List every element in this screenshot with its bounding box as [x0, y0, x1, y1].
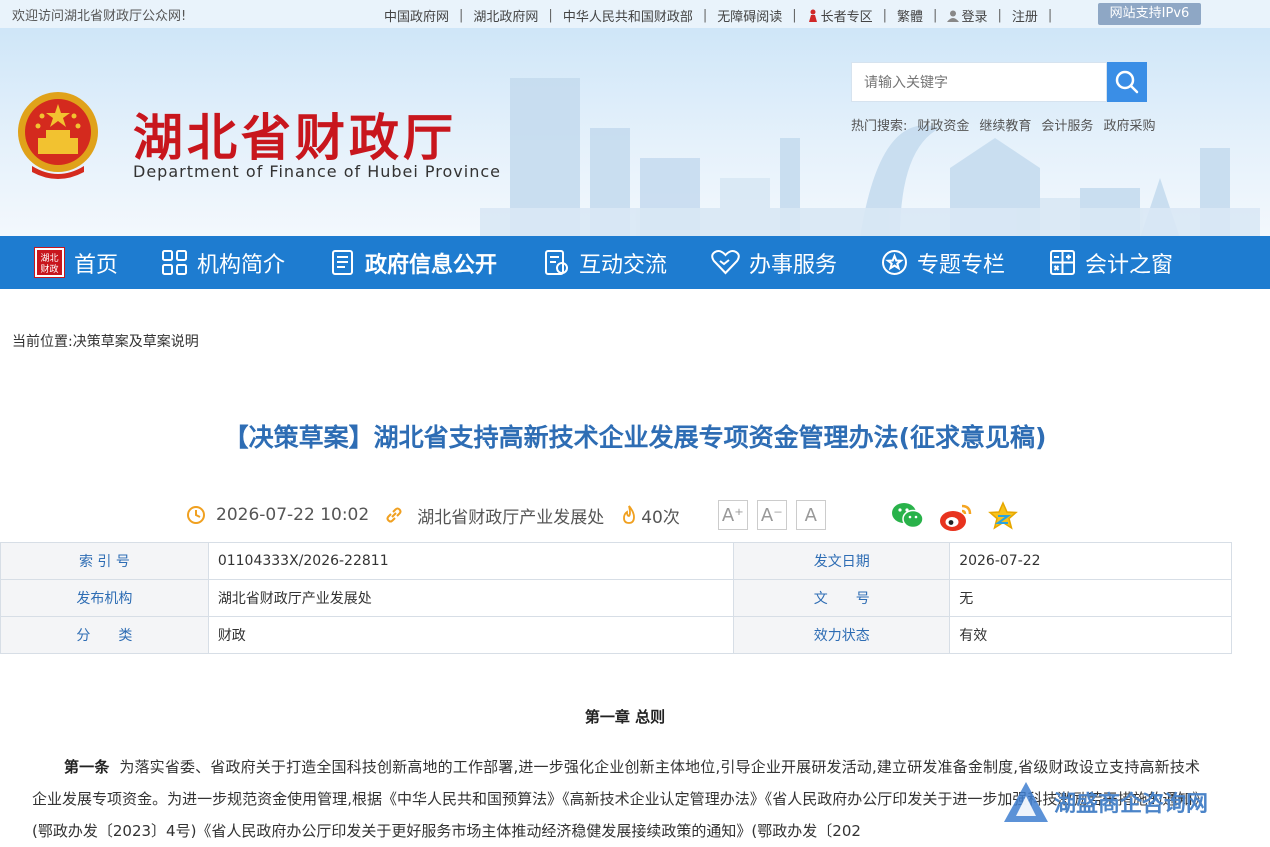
view-count: 40次: [641, 507, 680, 528]
divider: |: [1047, 8, 1053, 23]
hot-term[interactable]: 财政资金: [917, 115, 969, 134]
publish-datetime: 2026-07-22 10:02: [216, 505, 370, 525]
user-icon: [947, 10, 960, 22]
category-value: 财政: [207, 616, 735, 654]
national-emblem-logo: [18, 92, 98, 179]
weibo-icon[interactable]: [938, 501, 974, 533]
nav-accounting[interactable]: 会计之窗: [1049, 236, 1173, 289]
login-label: 登录: [961, 10, 988, 25]
star-circle-icon: [882, 250, 907, 275]
nav-label: 政府信息公开: [365, 252, 498, 278]
welcome-text: 欢迎访问湖北省财政厅公众网!: [12, 9, 187, 24]
hot-search: 热门搜索: 财政资金 继续教育 会计服务 政府采购: [851, 115, 1155, 134]
clock-icon: [187, 506, 205, 524]
article-clause-label: 第一条: [64, 758, 110, 776]
nav-label: 机构简介: [197, 252, 286, 278]
category-label: 分 类: [0, 616, 209, 654]
divider: |: [702, 8, 708, 23]
nav-topics[interactable]: 专题专栏: [881, 236, 1005, 289]
favorite-star-icon[interactable]: [988, 501, 1018, 531]
link-mof[interactable]: 中华人民共和国财政部: [563, 6, 693, 25]
hot-term[interactable]: 继续教育: [979, 115, 1031, 134]
main-nav: 湖北 财政 首页 机构简介 政府信息公开 互动交流 办事服务 专题专栏 会计之窗: [0, 236, 1270, 289]
hot-search-label: 热门搜索:: [851, 119, 908, 134]
search-icon: [1115, 70, 1139, 94]
nav-label: 首页: [74, 252, 119, 278]
validity-label: 效力状态: [733, 616, 951, 654]
divider: |: [459, 8, 464, 23]
nav-label: 互动交流: [579, 252, 668, 278]
nav-label: 会计之窗: [1085, 252, 1174, 278]
nav-label: 专题专栏: [917, 252, 1006, 278]
finance-logo-icon: 湖北财政: [34, 247, 65, 278]
font-increase-button[interactable]: A⁺: [717, 500, 748, 530]
nav-gov-info[interactable]: 政府信息公开: [329, 236, 497, 289]
nav-about[interactable]: 机构简介: [161, 236, 285, 289]
link-register[interactable]: 注册: [1012, 6, 1038, 25]
search-input[interactable]: [852, 63, 1096, 103]
article-meta: 2026-07-22 10:02 湖北省财政厅产业发展处 40次 A⁺ A⁻ A: [186, 499, 835, 531]
watermark-logo-icon: [1004, 782, 1048, 822]
article-title: 【决策草案】湖北省支持高新技术企业发展专项资金管理办法(征求意见稿): [223, 423, 1047, 452]
source-department: 湖北省财政厅产业发展处: [417, 507, 605, 528]
link-elderly[interactable]: 长者专区: [807, 6, 873, 25]
elderly-label: 长者专区: [820, 10, 873, 25]
top-bar: 欢迎访问湖北省财政厅公众网! 中国政府网 | 湖北政府网 | 中华人民共和国财政…: [0, 0, 1270, 28]
validity-value: 有效: [949, 616, 1232, 654]
site-title: 湖北省财政厅: [133, 108, 457, 167]
issue-date-label: 发文日期: [733, 542, 951, 580]
nav-home[interactable]: 湖北 财政 首页: [34, 236, 118, 289]
hot-term[interactable]: 会计服务: [1041, 115, 1093, 134]
grid-icon: [162, 250, 187, 275]
link-traditional[interactable]: 繁體: [897, 6, 923, 25]
svg-text:财政: 财政: [40, 263, 58, 275]
doc-number-label: 文 号: [733, 579, 951, 617]
search-box: [851, 62, 1107, 103]
index-no-label: 索 引 号: [0, 542, 209, 580]
wechat-icon[interactable]: [891, 501, 925, 531]
link-icon: [386, 507, 402, 523]
ipv6-badge[interactable]: 网站支持IPv6: [1098, 3, 1201, 25]
header-banner: 湖北省财政厅 Department of Finance of Hubei Pr…: [0, 28, 1270, 236]
nav-interaction[interactable]: 互动交流: [543, 236, 667, 289]
heart-icon: [711, 250, 740, 275]
table-row: 索 引 号 01104333X/2026-22811 发文日期 2026-07-…: [0, 542, 1232, 580]
link-accessibility[interactable]: 无障碍阅读: [717, 6, 782, 25]
doc-number-value: 无: [949, 579, 1232, 617]
font-reset-button[interactable]: A: [795, 500, 826, 530]
elderly-icon: [808, 9, 817, 22]
divider: |: [792, 8, 797, 23]
document-icon: [332, 250, 353, 275]
font-decrease-button[interactable]: A⁻: [756, 500, 787, 530]
watermark: 湖盛商企咨询网: [1002, 780, 1208, 824]
publisher-label: 发布机构: [0, 579, 209, 617]
link-login[interactable]: 登录: [947, 6, 987, 25]
svg-text:湖北: 湖北: [40, 253, 58, 264]
publisher-value: 湖北省财政厅产业发展处: [207, 579, 735, 617]
nav-label: 办事服务: [749, 252, 838, 278]
hot-term[interactable]: 政府采购: [1103, 115, 1155, 134]
search-button[interactable]: [1107, 62, 1147, 102]
divider: |: [882, 8, 888, 23]
link-gov-cn[interactable]: 中国政府网: [384, 6, 449, 25]
watermark-text: 湖盛商企咨询网: [1054, 791, 1209, 817]
table-row: 发布机构 湖北省财政厅产业发展处 文 号 无: [0, 579, 1232, 617]
nav-services[interactable]: 办事服务: [711, 236, 837, 289]
divider: |: [548, 8, 553, 23]
chapter-heading: 第一章 总则: [584, 708, 666, 726]
issue-date-value: 2026-07-22: [949, 542, 1232, 580]
flame-icon: [623, 505, 636, 524]
top-links: 中国政府网 | 湖北政府网 | 中华人民共和国财政部 | 无障碍阅读 | 长者专…: [384, 6, 1062, 25]
divider: |: [997, 8, 1002, 23]
breadcrumb: 当前位置:决策草案及草案说明: [12, 334, 199, 350]
divider: |: [933, 8, 938, 23]
index-no-value: 01104333X/2026-22811: [207, 542, 735, 580]
form-icon: [545, 250, 568, 275]
site-subtitle: Department of Finance of Hubei Province: [133, 162, 501, 181]
calculator-icon: [1050, 250, 1075, 275]
table-row: 分 类 财政 效力状态 有效: [0, 616, 1232, 654]
link-hubei-gov[interactable]: 湖北政府网: [473, 6, 538, 25]
document-info-table: 索 引 号 01104333X/2026-22811 发文日期 2026-07-…: [0, 542, 1232, 654]
